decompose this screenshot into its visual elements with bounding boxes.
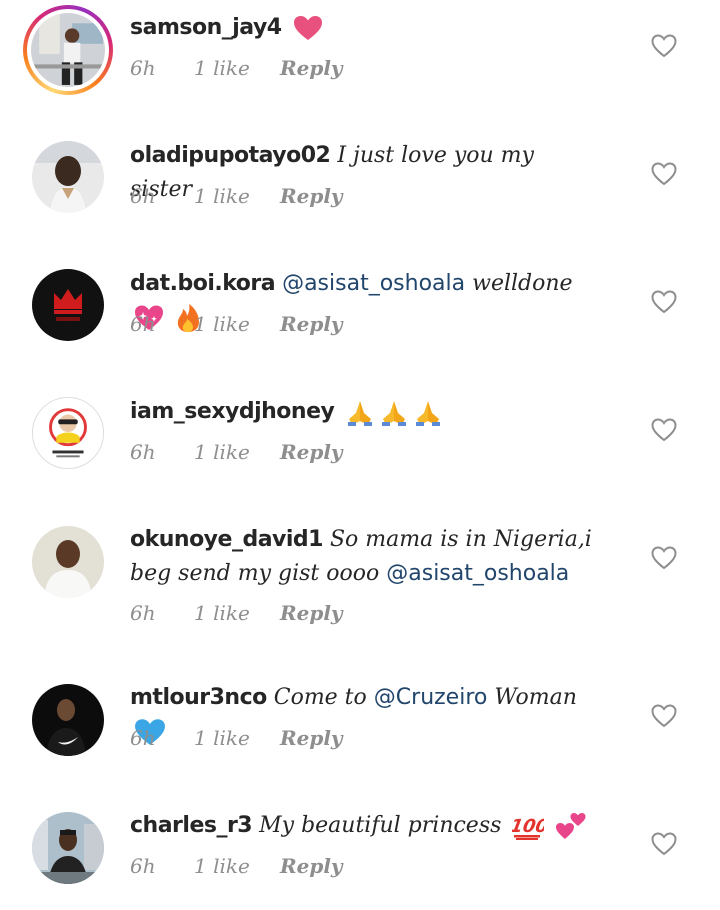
comment-username[interactable]: oladipupotayo02 [130, 143, 331, 168]
heart-outline-icon [651, 290, 677, 314]
comment-likes[interactable]: 1 like [194, 601, 250, 625]
heart-outline-icon [651, 162, 677, 186]
two-hearts-emoji [555, 811, 587, 841]
comment-likes[interactable]: 1 like [194, 726, 250, 750]
heart-outline-icon [651, 704, 677, 728]
avatar-inner [27, 9, 109, 91]
comment-text: Come to [273, 685, 367, 710]
avatar-image [32, 812, 104, 884]
heart-pink-emoji [293, 15, 323, 41]
avatar[interactable] [32, 397, 104, 469]
comment-time: 6h [130, 312, 156, 336]
avatar[interactable] [32, 684, 104, 756]
comment-time: 6h [130, 726, 156, 750]
comment-body: samson_jay4 [130, 11, 600, 45]
comment-body: okunoye_david1 So mama is in Nigeria,i b… [130, 523, 600, 591]
like-button[interactable] [651, 290, 677, 314]
comment-time: 6h [130, 184, 156, 208]
like-button[interactable] [651, 418, 677, 442]
avatar-image [32, 684, 104, 756]
avatar-image [32, 269, 104, 341]
folded-hands-emoji [345, 397, 375, 427]
comment-text: welldone [472, 271, 573, 296]
comment-username[interactable]: charles_r3 [130, 813, 253, 838]
reply-button[interactable]: Reply [280, 312, 343, 336]
like-button[interactable] [651, 162, 677, 186]
comment-username[interactable]: okunoye_david1 [130, 527, 323, 552]
heart-outline-icon [651, 546, 677, 570]
avatar[interactable] [32, 812, 104, 884]
avatar[interactable] [32, 526, 104, 598]
avatar-image [32, 526, 104, 598]
avatar[interactable] [32, 269, 104, 341]
comment-text: My beautiful princess [259, 813, 502, 838]
avatar-image [33, 398, 103, 468]
comment-time: 6h [130, 56, 156, 80]
comment-time: 6h [130, 601, 156, 625]
heart-outline-icon [651, 832, 677, 856]
comment-time: 6h [130, 854, 156, 878]
comment-likes[interactable]: 1 like [194, 56, 250, 80]
like-button[interactable] [651, 704, 677, 728]
comment-text-after: Woman [494, 685, 577, 710]
heart-outline-icon [651, 418, 677, 442]
reply-button[interactable]: Reply [280, 601, 343, 625]
comment-body: charles_r3 My beautiful princess 100 [130, 809, 600, 843]
comment-body: iam_sexydjhoney [130, 395, 600, 429]
reply-button[interactable]: Reply [280, 854, 343, 878]
avatar-image [31, 13, 105, 87]
avatar[interactable] [32, 141, 104, 213]
folded-hands-emoji [413, 397, 443, 427]
comment-username[interactable]: iam_sexydjhoney [130, 399, 335, 424]
avatar [31, 13, 105, 87]
heart-outline-icon [651, 34, 677, 58]
avatar-image [32, 141, 104, 213]
reply-button[interactable]: Reply [280, 726, 343, 750]
comment-time: 6h [130, 440, 156, 464]
folded-hands-emoji [379, 397, 409, 427]
svg-text:100: 100 [512, 816, 544, 837]
hundred-points-emoji: 100 [512, 812, 544, 840]
reply-button[interactable]: Reply [280, 56, 343, 80]
comment-username[interactable]: samson_jay4 [130, 15, 282, 40]
like-button[interactable] [651, 832, 677, 856]
comment-mention[interactable]: @asisat_oshoala [386, 561, 569, 586]
avatar-story-ring[interactable] [23, 5, 113, 95]
reply-button[interactable]: Reply [280, 440, 343, 464]
comment-likes[interactable]: 1 like [194, 184, 250, 208]
comment-likes[interactable]: 1 like [194, 854, 250, 878]
reply-button[interactable]: Reply [280, 184, 343, 208]
comment-likes[interactable]: 1 like [194, 440, 250, 464]
comment-username[interactable]: mtlour3nco [130, 685, 267, 710]
comment-mention[interactable]: @asisat_oshoala [282, 271, 465, 296]
like-button[interactable] [651, 34, 677, 58]
comment-likes[interactable]: 1 like [194, 312, 250, 336]
comment-mention[interactable]: @Cruzeiro [374, 685, 488, 710]
comment-username[interactable]: dat.boi.kora [130, 271, 276, 296]
like-button[interactable] [651, 546, 677, 570]
